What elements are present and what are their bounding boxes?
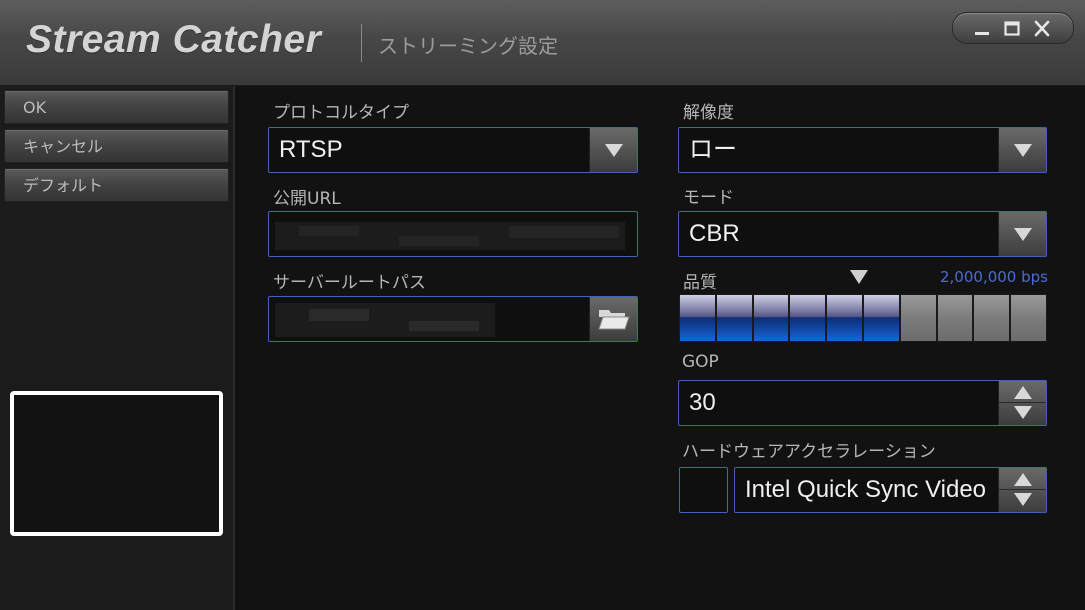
- quality-marker-icon[interactable]: [850, 270, 868, 284]
- public-url-label: 公開URL: [273, 189, 341, 209]
- title-divider: [361, 24, 362, 62]
- redacted-text: [275, 303, 495, 337]
- quality-segment[interactable]: [826, 294, 863, 342]
- window-controls: [952, 12, 1074, 44]
- resolution-select[interactable]: ロー: [678, 127, 1047, 173]
- chevron-down-icon[interactable]: [998, 212, 1046, 256]
- resolution-value: ロー: [689, 136, 737, 163]
- quality-segment[interactable]: [715, 294, 753, 342]
- chevron-down-icon[interactable]: [998, 128, 1046, 172]
- quality-slider[interactable]: [679, 294, 1047, 342]
- quality-segment[interactable]: [752, 294, 790, 342]
- server-root-input[interactable]: [268, 296, 638, 342]
- server-root-label: サーバールートパス: [273, 273, 426, 293]
- protocol-label: プロトコルタイプ: [273, 103, 409, 123]
- quality-segment[interactable]: [936, 294, 974, 342]
- hw-accel-label: ハードウェアアクセラレーション: [682, 442, 936, 462]
- mode-label: モード: [683, 188, 734, 208]
- quality-segment[interactable]: [973, 294, 1011, 342]
- title-bar: Stream Catcher ストリーミング設定: [0, 0, 1085, 86]
- redacted-block: [409, 321, 479, 331]
- redacted-block: [299, 226, 359, 236]
- bitrate-value: 2,000,000 bps: [940, 268, 1048, 286]
- quality-segment[interactable]: [1010, 294, 1047, 342]
- default-button[interactable]: デフォルト: [4, 168, 229, 202]
- ok-button[interactable]: OK: [4, 90, 229, 124]
- gop-value: 30: [689, 389, 716, 416]
- redacted-block: [509, 226, 619, 238]
- folder-icon: [598, 310, 630, 330]
- mode-select[interactable]: CBR: [678, 211, 1047, 257]
- public-url-input[interactable]: [268, 211, 638, 257]
- page-title: ストリーミング設定: [378, 34, 558, 58]
- protocol-value: RTSP: [279, 136, 343, 163]
- quality-segment[interactable]: [679, 294, 716, 342]
- app-title: Stream Catcher: [26, 18, 322, 61]
- hw-accel-value: Intel Quick Sync Video: [745, 476, 987, 503]
- resolution-label: 解像度: [683, 103, 734, 123]
- mode-value: CBR: [689, 220, 740, 247]
- gop-stepper[interactable]: 30: [678, 380, 1047, 426]
- arrow-up-icon[interactable]: [1014, 386, 1032, 399]
- preview-window: [10, 391, 223, 536]
- quality-segment[interactable]: [789, 294, 827, 342]
- hw-accel-spin-buttons[interactable]: [998, 468, 1046, 512]
- arrow-down-icon[interactable]: [1014, 493, 1032, 506]
- arrow-up-icon[interactable]: [1014, 473, 1032, 486]
- quality-segment[interactable]: [863, 294, 900, 342]
- cancel-button[interactable]: キャンセル: [4, 129, 229, 163]
- quality-segment[interactable]: [899, 294, 937, 342]
- arrow-down-icon[interactable]: [1014, 406, 1032, 419]
- gop-label: GOP: [682, 352, 719, 372]
- spin-divider: [999, 489, 1046, 490]
- minimize-icon[interactable]: [973, 20, 991, 38]
- hw-accel-select[interactable]: Intel Quick Sync Video: [734, 467, 1047, 513]
- gop-spin-buttons[interactable]: [998, 381, 1046, 425]
- maximize-icon[interactable]: [1003, 20, 1021, 38]
- redacted-block: [399, 236, 479, 246]
- quality-label: 品質: [683, 273, 717, 293]
- close-icon[interactable]: [1033, 20, 1051, 38]
- hw-accel-checkbox[interactable]: [679, 467, 728, 513]
- spin-divider: [999, 402, 1046, 403]
- protocol-select[interactable]: RTSP: [268, 127, 638, 173]
- chevron-down-icon[interactable]: [589, 128, 637, 172]
- redacted-block: [309, 309, 369, 321]
- browse-folder-button[interactable]: [589, 297, 637, 341]
